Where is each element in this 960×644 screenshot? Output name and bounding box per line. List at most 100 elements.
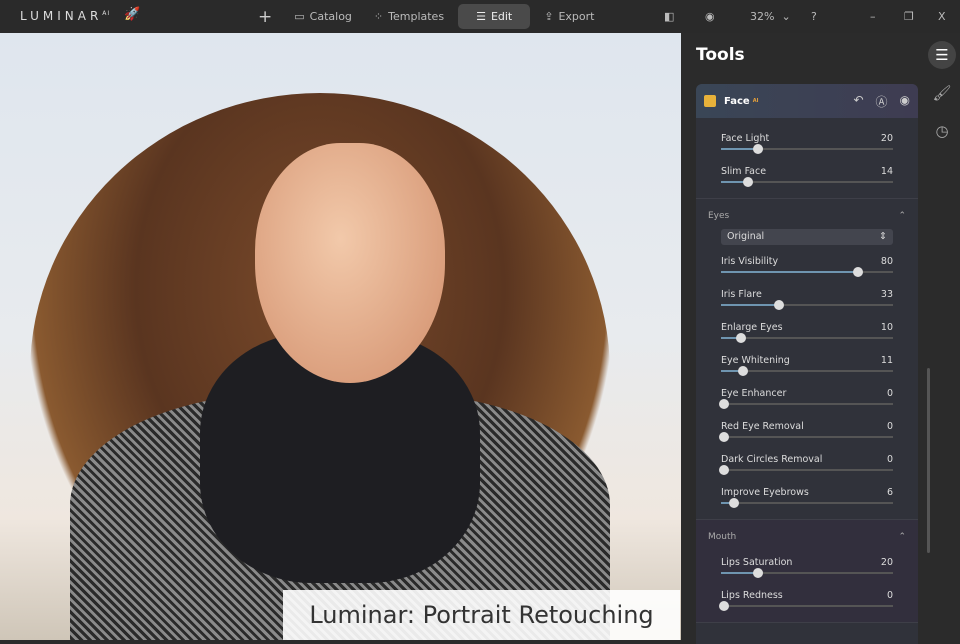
slider-row: Iris Flare 33: [696, 282, 918, 315]
add-button[interactable]: +: [250, 4, 280, 29]
top-bar: LUMINARAI 🚀 + ▭ Catalog ⁘ Templates ☰ Edit …: [0, 0, 960, 33]
slider-value: 33: [880, 289, 893, 300]
slider-track[interactable]: [719, 432, 893, 442]
slider-value: 0: [886, 454, 893, 465]
slider-row: Face Light 20: [696, 126, 918, 159]
slider-label: Eye Whitening: [721, 355, 790, 366]
tools-sliders-icon[interactable]: ☰: [928, 41, 956, 69]
slider-track[interactable]: [721, 177, 893, 187]
export-icon: ⇪: [544, 10, 554, 23]
tab-export[interactable]: ⇪ Export: [536, 4, 602, 29]
slider-label: Lips Redness: [721, 590, 783, 601]
preset-icon[interactable]: Ⓐ: [876, 93, 888, 110]
slider-thumb[interactable]: [719, 432, 730, 442]
folder-icon: ▭: [294, 10, 305, 23]
slider-label: Iris Visibility: [721, 256, 779, 267]
tools-panel: Tools ☰ 🖌 ◷ Face AI ↶ Ⓐ ◉ Face Light 20 S…: [681, 33, 960, 644]
close-button[interactable]: X: [938, 4, 946, 29]
slider-value: 6: [886, 487, 893, 498]
slider-row: Iris Visibility 80: [696, 249, 918, 282]
slider-label: Eye Enhancer: [721, 388, 787, 399]
brush-icon[interactable]: 🖌: [928, 79, 956, 107]
slider-row: Slim Face 14: [696, 159, 918, 192]
tab-edit[interactable]: ☰ Edit: [458, 4, 531, 29]
eyes-mode-select[interactable]: Original ⇕: [721, 229, 893, 245]
slider-row: Lips Redness 0: [696, 583, 918, 616]
slider-row: Lips Saturation 20: [696, 550, 918, 583]
slider-label: Iris Flare: [721, 289, 762, 300]
caption: Luminar: Portrait Retouching: [283, 590, 680, 640]
toggle-icon[interactable]: ◉: [900, 93, 910, 110]
compare-icon[interactable]: ◧: [664, 4, 674, 29]
updown-icon: ⇕: [879, 231, 887, 242]
slider-label: Improve Eyebrows: [721, 487, 809, 498]
chevron-up-icon: ⌃: [898, 211, 906, 221]
slider-row: Eye Whitening 11: [696, 348, 918, 381]
slider-row: Eye Enhancer 0: [696, 381, 918, 414]
sliders-icon: ☰: [476, 10, 486, 23]
slider-thumb[interactable]: [752, 144, 763, 154]
slider-track[interactable]: [721, 498, 893, 508]
slider-value: 20: [880, 133, 893, 144]
slider-fill: [721, 304, 780, 306]
slider-track[interactable]: [719, 601, 893, 611]
slider-thumb[interactable]: [719, 465, 730, 475]
section-mouth-header[interactable]: Mouth ⌃: [696, 528, 918, 550]
slider-label: Face Light: [721, 133, 770, 144]
tab-templates[interactable]: ⁘ Templates: [366, 4, 452, 29]
slider-thumb[interactable]: [752, 568, 763, 578]
photo-canvas[interactable]: [0, 33, 681, 640]
slider-track[interactable]: [721, 366, 893, 376]
slider-value: 0: [886, 421, 893, 432]
slider-thumb[interactable]: [737, 366, 748, 376]
face-tool-header[interactable]: Face AI ↶ Ⓐ ◉: [696, 84, 918, 118]
slider-row: Dark Circles Removal 0: [696, 447, 918, 480]
slider-label: Lips Saturation: [721, 557, 793, 568]
section-eyes-header[interactable]: Eyes ⌃: [696, 207, 918, 229]
chevron-up-icon: ⌃: [898, 532, 906, 542]
slider-track[interactable]: [721, 333, 893, 343]
slider-label: Enlarge Eyes: [721, 322, 783, 333]
slider-label: Red Eye Removal: [721, 421, 804, 432]
slider-value: 11: [880, 355, 893, 366]
slider-value: 0: [886, 590, 893, 601]
slider-thumb[interactable]: [719, 399, 730, 409]
history-clock-icon[interactable]: ◷: [928, 117, 956, 145]
slider-thumb[interactable]: [852, 267, 863, 277]
eye-icon[interactable]: ◉: [705, 4, 715, 29]
face-icon: [704, 95, 716, 107]
slider-track[interactable]: [719, 465, 893, 475]
slider-value: 80: [880, 256, 893, 267]
slider-track[interactable]: [721, 568, 893, 578]
tab-catalog[interactable]: ▭ Catalog: [286, 4, 360, 29]
slider-value: 14: [880, 166, 893, 177]
slider-thumb[interactable]: [774, 300, 785, 310]
rocket-icon[interactable]: 🚀: [124, 7, 140, 22]
restore-button[interactable]: ❐: [904, 4, 914, 29]
slider-track[interactable]: [721, 144, 893, 154]
minimize-button[interactable]: –: [870, 4, 876, 29]
slider-thumb[interactable]: [729, 498, 740, 508]
slider-label: Dark Circles Removal: [721, 454, 823, 465]
slider-thumb[interactable]: [719, 601, 730, 611]
slider-thumb[interactable]: [736, 333, 747, 343]
face-tool-card: Face AI ↶ Ⓐ ◉ Face Light 20 Slim Face 14 …: [696, 84, 918, 644]
slider-value: 0: [886, 388, 893, 399]
slider-thumb[interactable]: [742, 177, 753, 187]
slider-track[interactable]: [721, 267, 893, 277]
slider-value: 10: [880, 322, 893, 333]
slider-label: Slim Face: [721, 166, 767, 177]
slider-fill: [721, 271, 858, 273]
panel-title: Tools: [696, 45, 745, 65]
slider-value: 20: [880, 557, 893, 568]
slider-row: Improve Eyebrows 6: [696, 480, 918, 513]
help-icon[interactable]: ?: [811, 4, 817, 29]
sparkle-icon: ⁘: [373, 10, 384, 23]
panel-scrollbar[interactable]: [927, 368, 930, 553]
slider-track[interactable]: [721, 300, 893, 310]
slider-row: Red Eye Removal 0: [696, 414, 918, 447]
slider-track[interactable]: [719, 399, 893, 409]
zoom-dropdown[interactable]: 32% ⌄: [750, 4, 791, 29]
reset-icon[interactable]: ↶: [853, 93, 863, 110]
photo-face: [255, 143, 445, 383]
